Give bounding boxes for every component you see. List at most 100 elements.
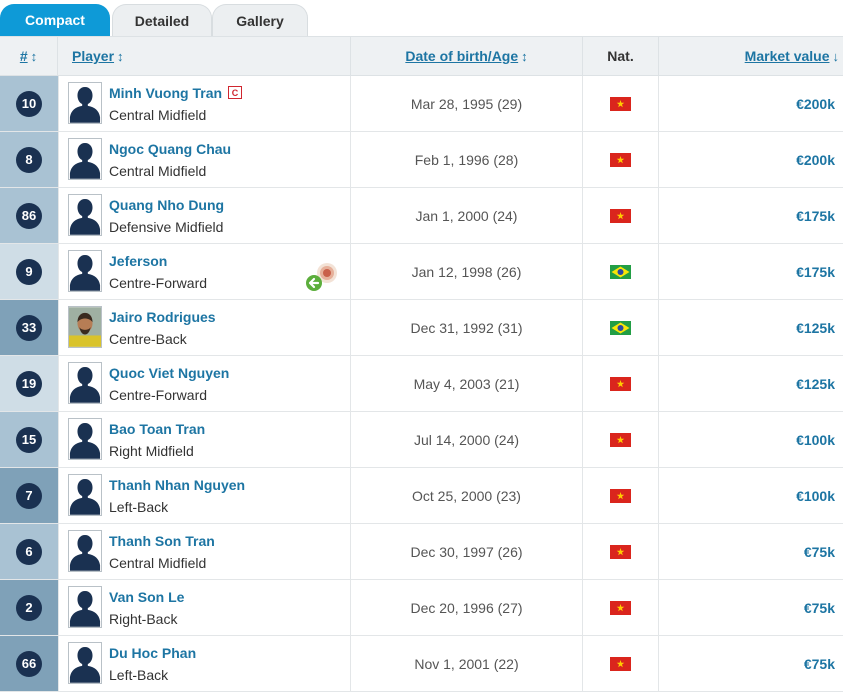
player-name-link[interactable]: Thanh Son Tran bbox=[109, 533, 215, 549]
table-row: 8 Ngoc Quang Chau Central Midfield Feb 1… bbox=[0, 132, 843, 188]
market-value-link[interactable]: €75k bbox=[804, 600, 835, 616]
sort-icon[interactable]: ↕ bbox=[31, 49, 38, 64]
silhouette-icon[interactable] bbox=[68, 642, 102, 684]
nationality-cell bbox=[583, 636, 659, 691]
market-value-link[interactable]: €100k bbox=[796, 432, 835, 448]
player-position: Centre-Forward bbox=[109, 387, 208, 403]
silhouette-icon[interactable] bbox=[68, 418, 102, 460]
sort-desc-icon[interactable]: ↓ bbox=[833, 49, 840, 64]
player-position: Central Midfield bbox=[109, 107, 207, 123]
player-name-row: Jairo Rodrigues bbox=[109, 309, 216, 325]
silhouette-icon[interactable] bbox=[68, 530, 102, 572]
vietnam-flag bbox=[610, 432, 631, 447]
player-position: Centre-Back bbox=[109, 331, 187, 347]
loan-return-icon[interactable] bbox=[305, 262, 339, 296]
shirt-number-cell: 7 bbox=[0, 468, 58, 523]
vietnam-flag bbox=[610, 376, 631, 391]
silhouette-icon[interactable] bbox=[68, 82, 102, 124]
player-cell: Quang Nho Dung Defensive Midfield bbox=[58, 188, 351, 243]
nationality-cell bbox=[583, 580, 659, 635]
player-cell: Jairo Rodrigues Centre-Back bbox=[58, 300, 351, 355]
silhouette-icon[interactable] bbox=[68, 586, 102, 628]
shirt-number-badge: 8 bbox=[16, 146, 42, 173]
player-cell: Jeferson Centre-Forward bbox=[58, 244, 351, 299]
market-value-link[interactable]: €75k bbox=[804, 656, 835, 672]
captain-icon: C bbox=[228, 86, 243, 99]
shirt-number-cell: 66 bbox=[0, 636, 58, 691]
player-position: Centre-Forward bbox=[109, 275, 208, 291]
dob-age-cell: Feb 1, 1996 (28) bbox=[351, 132, 583, 187]
player-name-link[interactable]: Jeferson bbox=[109, 253, 167, 269]
player-name-link[interactable]: Quang Nho Dung bbox=[109, 197, 224, 213]
player-name-link[interactable]: Minh Vuong Tran bbox=[109, 85, 222, 101]
sort-icon[interactable]: ↕ bbox=[521, 49, 528, 64]
nationality-cell bbox=[583, 468, 659, 523]
market-value-cell: €125k bbox=[659, 300, 843, 355]
market-value-link[interactable]: €75k bbox=[804, 544, 835, 560]
shirt-number-badge: 2 bbox=[16, 594, 42, 621]
silhouette-icon[interactable] bbox=[68, 474, 102, 516]
market-value-cell: €175k bbox=[659, 188, 843, 243]
player-position: Central Midfield bbox=[109, 163, 207, 179]
silhouette-icon[interactable] bbox=[68, 138, 102, 180]
player-name-link[interactable]: Bao Toan Tran bbox=[109, 421, 205, 437]
column-market-value[interactable]: Market value ↓ bbox=[659, 37, 843, 75]
vietnam-flag bbox=[610, 208, 631, 223]
dob-age-cell: Dec 20, 1996 (27) bbox=[351, 580, 583, 635]
market-value-link[interactable]: €125k bbox=[796, 320, 835, 336]
shirt-number-cell: 33 bbox=[0, 300, 58, 355]
table-row: 7 Thanh Nhan Nguyen Left-Back Oct 25, 20… bbox=[0, 468, 843, 524]
player-name-link[interactable]: Van Son Le bbox=[109, 589, 184, 605]
market-value-link[interactable]: €175k bbox=[796, 264, 835, 280]
player-name-row: Thanh Nhan Nguyen bbox=[109, 477, 245, 493]
column-player[interactable]: Player ↕ bbox=[58, 37, 351, 75]
market-value-link[interactable]: €125k bbox=[796, 376, 835, 392]
player-cell: Bao Toan Tran Right Midfield bbox=[58, 412, 351, 467]
player-name-row: Minh Vuong Tran C bbox=[109, 85, 243, 101]
brazil-flag bbox=[610, 320, 631, 335]
player-cell: Van Son Le Right-Back bbox=[58, 580, 351, 635]
tab-detailed[interactable]: Detailed bbox=[112, 4, 212, 36]
player-name-link[interactable]: Jairo Rodrigues bbox=[109, 309, 216, 325]
market-value-link[interactable]: €175k bbox=[796, 208, 835, 224]
shirt-number-badge: 33 bbox=[16, 314, 42, 341]
market-value-link[interactable]: €200k bbox=[796, 96, 835, 112]
shirt-number-badge: 15 bbox=[16, 426, 42, 453]
sort-icon[interactable]: ↕ bbox=[117, 49, 124, 64]
market-value-link[interactable]: €200k bbox=[796, 152, 835, 168]
dob-age-cell: Oct 25, 2000 (23) bbox=[351, 468, 583, 523]
player-photo-icon[interactable] bbox=[68, 306, 102, 348]
player-name-link[interactable]: Du Hoc Phan bbox=[109, 645, 196, 661]
player-name-link[interactable]: Thanh Nhan Nguyen bbox=[109, 477, 245, 493]
column-number[interactable]: # ↕ bbox=[0, 37, 58, 75]
player-name-link[interactable]: Quoc Viet Nguyen bbox=[109, 365, 229, 381]
tab-gallery[interactable]: Gallery bbox=[212, 4, 308, 36]
silhouette-icon[interactable] bbox=[68, 194, 102, 236]
player-cell: Du Hoc Phan Left-Back bbox=[58, 636, 351, 691]
nationality-cell bbox=[583, 188, 659, 243]
player-name-row: Ngoc Quang Chau bbox=[109, 141, 231, 157]
vietnam-flag bbox=[610, 152, 631, 167]
dob-age-cell: Jan 1, 2000 (24) bbox=[351, 188, 583, 243]
column-number-link[interactable]: # bbox=[20, 48, 28, 64]
tab-compact[interactable]: Compact bbox=[0, 4, 110, 36]
player-position: Right Midfield bbox=[109, 443, 194, 459]
column-player-link[interactable]: Player bbox=[72, 48, 114, 64]
dob-age-cell: Dec 30, 1997 (26) bbox=[351, 524, 583, 579]
column-dob-link[interactable]: Date of birth/Age bbox=[405, 48, 518, 64]
column-market-value-link[interactable]: Market value bbox=[745, 48, 830, 64]
player-name-link[interactable]: Ngoc Quang Chau bbox=[109, 141, 231, 157]
player-position: Left-Back bbox=[109, 499, 169, 515]
silhouette-icon[interactable] bbox=[68, 362, 102, 404]
column-dob[interactable]: Date of birth/Age ↕ bbox=[351, 37, 583, 75]
player-cell: Minh Vuong Tran C Central Midfield bbox=[58, 76, 351, 131]
nationality-cell bbox=[583, 524, 659, 579]
silhouette-icon[interactable] bbox=[68, 250, 102, 292]
market-value-link[interactable]: €100k bbox=[796, 488, 835, 504]
market-value-cell: €200k bbox=[659, 76, 843, 131]
shirt-number-badge: 10 bbox=[16, 90, 42, 117]
dob-age-cell: Dec 31, 1992 (31) bbox=[351, 300, 583, 355]
market-value-cell: €75k bbox=[659, 524, 843, 579]
player-position: Central Midfield bbox=[109, 555, 207, 571]
shirt-number-cell: 2 bbox=[0, 580, 58, 635]
